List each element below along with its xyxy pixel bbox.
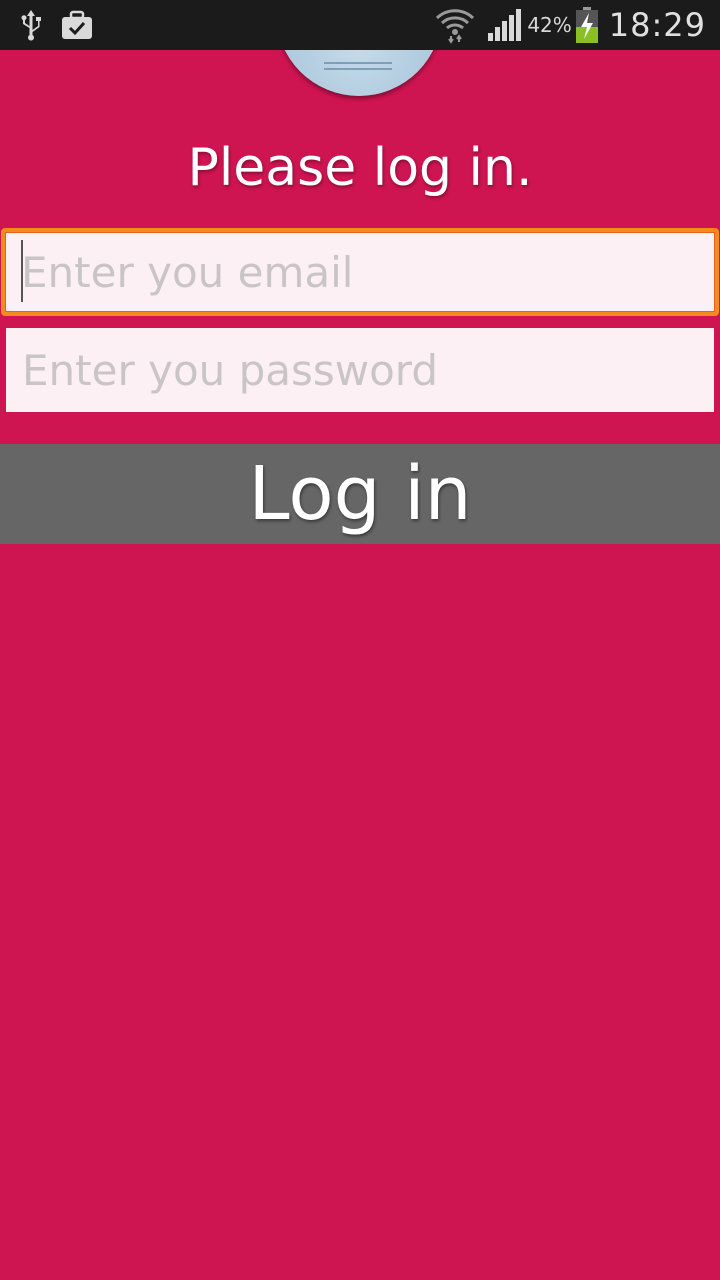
login-button[interactable]: Log in	[0, 444, 720, 544]
text-cursor	[21, 240, 23, 302]
clock: 18:29	[608, 6, 706, 44]
drag-handle-line-icon	[324, 68, 392, 70]
page-title: Please log in.	[187, 138, 533, 198]
battery-percent: 42%	[527, 13, 572, 37]
email-field-container	[1, 228, 719, 316]
wifi-icon	[436, 9, 475, 44]
usb-icon	[21, 10, 41, 41]
battery-charging-icon	[575, 7, 598, 43]
status-bar: 42% 18:29	[0, 0, 720, 50]
briefcase-check-icon	[62, 10, 92, 39]
drag-handle-line-icon	[324, 62, 392, 64]
password-field[interactable]	[6, 328, 714, 412]
status-icons-right: 42% 18:29	[435, 0, 706, 50]
password-field-container	[6, 328, 714, 412]
login-screen: 42% 18:29 Please log in. Log in	[0, 0, 720, 1280]
signal-icon	[488, 9, 522, 41]
email-field[interactable]	[5, 232, 715, 312]
